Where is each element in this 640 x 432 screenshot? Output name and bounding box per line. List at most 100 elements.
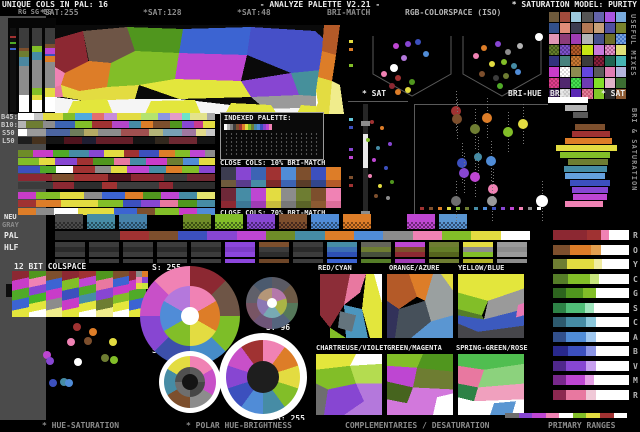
axis-tick — [349, 118, 353, 121]
sat-slider-nub-top[interactable] — [361, 121, 370, 126]
stacked-swatch — [266, 167, 281, 187]
color-dot — [451, 196, 461, 206]
panel-chartreuse-violet — [316, 354, 382, 415]
swatch — [179, 192, 198, 199]
axis-tick — [349, 176, 353, 179]
sat-hist-title: * SAT — [601, 89, 626, 98]
color-dot — [370, 120, 374, 124]
stacked-swatch — [296, 167, 311, 187]
strip-row — [18, 113, 215, 120]
stacked-swatch — [311, 214, 339, 229]
swatch — [500, 231, 531, 240]
donut-ring — [247, 361, 279, 393]
indexed-palette-strip[interactable] — [224, 124, 272, 130]
swatch — [221, 167, 236, 180]
swatch — [45, 137, 64, 144]
swatch — [615, 34, 626, 44]
swatch — [549, 34, 560, 44]
stacked-swatch — [259, 242, 289, 263]
swatch — [74, 182, 103, 189]
swatch — [471, 231, 501, 240]
swatch — [123, 259, 153, 263]
hue-wedge-column — [95, 271, 113, 317]
swatch — [116, 113, 142, 120]
swatch — [149, 129, 164, 136]
swatch — [545, 413, 560, 418]
swatch — [182, 121, 195, 128]
dot-guide-line — [475, 109, 476, 151]
primary-range-letter: V — [633, 361, 638, 371]
swatch — [174, 150, 190, 157]
swatch — [18, 174, 52, 181]
swatch — [194, 121, 203, 128]
swatch — [311, 222, 339, 229]
swatch — [560, 45, 571, 55]
hue-bri-sat-bar — [565, 138, 612, 144]
swatch — [586, 360, 596, 371]
color-dot — [482, 113, 492, 123]
strip-row — [18, 121, 215, 128]
swatch — [571, 56, 582, 66]
color-dot — [474, 153, 482, 161]
swatch — [196, 137, 216, 144]
strip-row — [18, 150, 216, 157]
bottom-color-strip — [505, 413, 628, 418]
sat-slider-thumb[interactable] — [363, 134, 368, 168]
primary-range-bar — [553, 259, 629, 269]
swatch — [311, 214, 339, 222]
color-dot — [46, 357, 54, 365]
dot-guide-line — [475, 157, 476, 199]
swatch — [593, 12, 604, 22]
color-dot — [380, 126, 384, 130]
swatch — [326, 180, 341, 187]
swatch — [586, 230, 601, 240]
swatch — [311, 167, 326, 180]
axis-tick — [438, 207, 442, 210]
swatch — [190, 113, 207, 120]
swatch — [122, 200, 142, 207]
swatch — [139, 150, 160, 157]
strip-row — [549, 45, 626, 55]
swatch — [566, 375, 585, 385]
swatch — [129, 158, 146, 165]
primary-range-letter: A — [633, 332, 638, 342]
swatch — [269, 124, 272, 130]
swatch — [215, 222, 243, 229]
swatch — [566, 389, 587, 400]
color-dot — [487, 196, 497, 206]
axis-tick — [483, 207, 487, 210]
useful-mixes-grid — [549, 12, 626, 100]
swatch — [69, 129, 84, 136]
swatch — [169, 137, 197, 144]
swatch — [266, 188, 281, 201]
swatch — [505, 413, 519, 418]
saturation-model-label: * SATURATION MODEL: PURITY — [511, 0, 637, 9]
swatch — [560, 78, 571, 88]
palette-row[interactable] — [55, 231, 531, 240]
swatch — [582, 78, 593, 88]
stacked-swatch — [55, 214, 83, 229]
stacked-swatch — [221, 167, 236, 187]
panel-green-magenta — [387, 354, 453, 415]
hue-wedge-column — [79, 271, 96, 317]
swatch — [121, 129, 150, 136]
swatch — [127, 166, 150, 173]
axis-tick — [537, 207, 541, 210]
swatch — [615, 78, 626, 88]
swatch — [53, 182, 75, 189]
color-dot — [74, 358, 82, 366]
axis-tick — [456, 207, 460, 210]
swatch — [407, 222, 435, 229]
color-dot — [536, 195, 548, 207]
panel-red-cyan — [320, 274, 382, 338]
swatch — [63, 137, 83, 144]
stacked-swatch — [221, 188, 236, 208]
swatch — [604, 34, 615, 44]
swatch — [601, 244, 629, 255]
bri-hue-title: BRI-HUE — [508, 89, 542, 98]
swatch — [251, 188, 266, 201]
swatch — [159, 200, 179, 207]
strip-row — [549, 56, 626, 66]
stacked-swatch — [279, 214, 307, 229]
sat-panel-border — [348, 101, 408, 102]
